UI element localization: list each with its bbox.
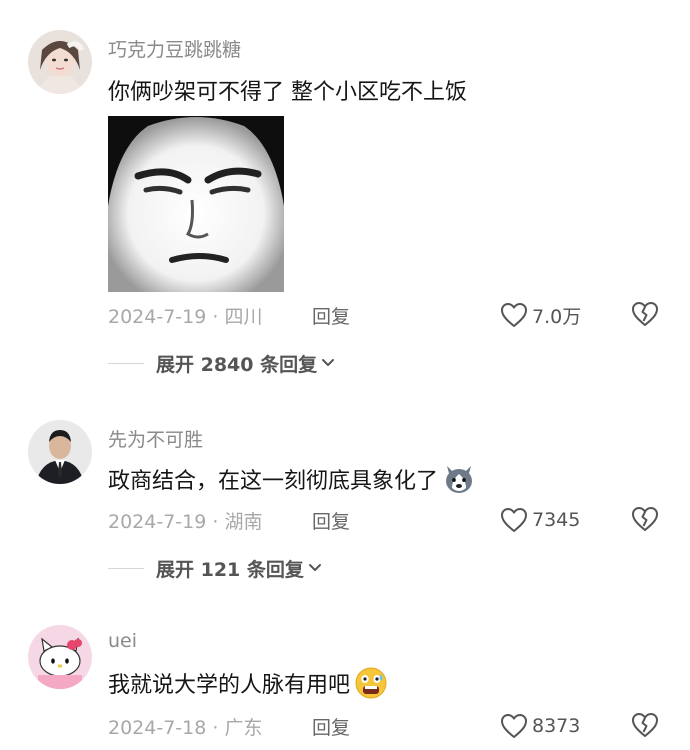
- comment-meta: 2024-7-19 · 四川 回复 7.0万: [108, 300, 668, 330]
- chevron-down-icon: [322, 359, 335, 366]
- broken-heart-icon: [632, 507, 658, 531]
- expand-replies-button[interactable]: 展开 121 条回复: [108, 554, 322, 582]
- avatar[interactable]: [28, 30, 92, 94]
- date-location: 2024-7-19 · 四川: [108, 306, 263, 328]
- like-count: 7.0万: [532, 305, 582, 328]
- reply-button[interactable]: 回复: [312, 507, 350, 534]
- avatar[interactable]: [28, 420, 92, 484]
- like-count: 8373: [532, 715, 581, 737]
- expand-replies-label: 展开 121 条回复: [156, 558, 304, 581]
- comment-text: 我就说大学的人脉有用吧: [108, 666, 388, 700]
- comment-text: 你俩吵架可不得了 整个小区吃不上饭: [108, 80, 467, 105]
- comment-meta: 2024-7-18 · 广东 回复 8373: [108, 711, 668, 741]
- date-location: 2024-7-18 · 广东: [108, 717, 263, 739]
- dislike-button[interactable]: [630, 505, 660, 535]
- comment-text: 政商结合，在这一刻彻底具象化了: [108, 462, 476, 496]
- like-count: 7345: [532, 509, 581, 531]
- username[interactable]: 巧克力豆跳跳糖: [108, 35, 241, 62]
- broken-heart-icon: [632, 302, 658, 326]
- heart-outline-icon: [501, 508, 527, 532]
- comment-text-content: 我就说大学的人脉有用吧: [108, 673, 351, 698]
- sticker-image[interactable]: [108, 116, 284, 292]
- expand-replies-button[interactable]: 展开 2840 条回复: [108, 349, 335, 377]
- face-sticker-graphic: [108, 116, 284, 292]
- heart-outline-icon: [501, 714, 527, 738]
- chevron-down-icon: [308, 564, 321, 571]
- like-button[interactable]: 7345: [500, 505, 580, 535]
- avatar[interactable]: [28, 625, 92, 689]
- username[interactable]: uei: [108, 630, 137, 652]
- dislike-button[interactable]: [630, 711, 660, 741]
- husky-emoji-icon: [446, 466, 473, 493]
- divider: [108, 362, 144, 364]
- dislike-button[interactable]: [630, 300, 660, 330]
- broken-heart-icon: [632, 713, 658, 737]
- expand-replies-label: 展开 2840 条回复: [156, 353, 318, 376]
- avatar-image: [28, 625, 92, 689]
- like-button[interactable]: 8373: [500, 711, 580, 741]
- date-location: 2024-7-19 · 湖南: [108, 511, 263, 533]
- scared-face-emoji-icon: [355, 667, 387, 699]
- username[interactable]: 先为不可胜: [108, 425, 203, 452]
- avatar-image: [28, 30, 92, 94]
- divider: [108, 567, 144, 569]
- comment-meta: 2024-7-19 · 湖南 回复 7345: [108, 505, 668, 535]
- reply-button[interactable]: 回复: [312, 713, 350, 740]
- like-button[interactable]: 7.0万: [500, 300, 581, 330]
- avatar-image: [28, 420, 92, 484]
- heart-outline-icon: [501, 303, 527, 327]
- reply-button[interactable]: 回复: [312, 302, 350, 329]
- comment-text-content: 政商结合，在这一刻彻底具象化了: [108, 469, 439, 494]
